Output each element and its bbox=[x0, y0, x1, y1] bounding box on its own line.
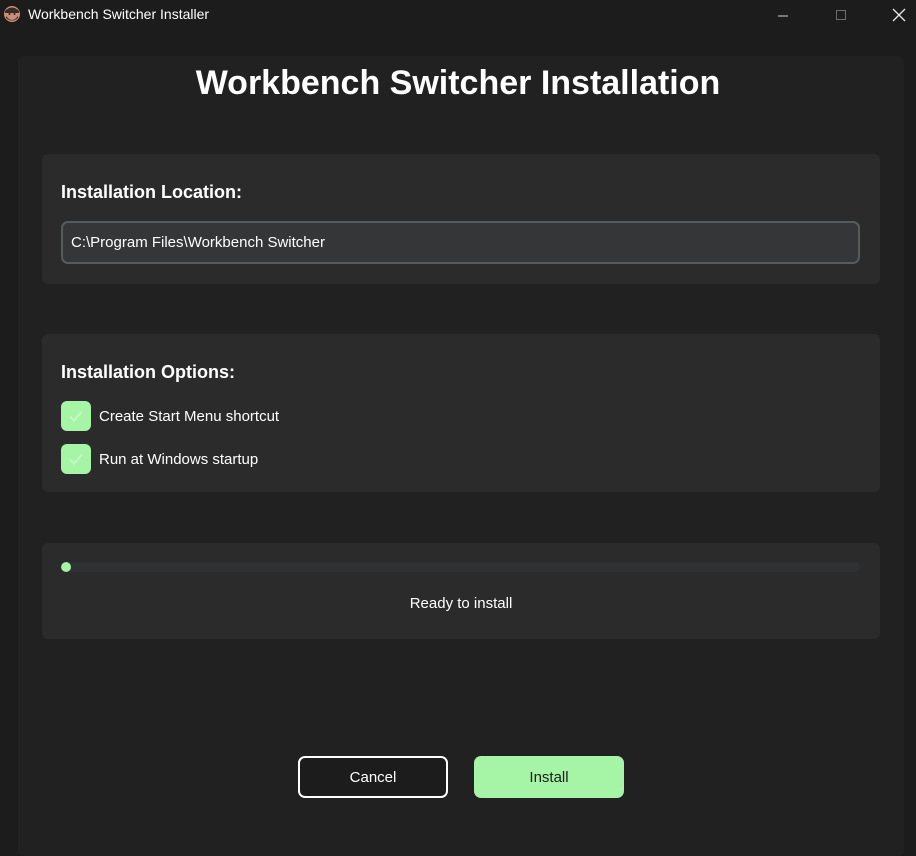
install-path-input[interactable] bbox=[61, 221, 860, 264]
maximize-button[interactable] bbox=[818, 0, 864, 30]
install-button[interactable]: Install bbox=[474, 756, 624, 798]
close-icon bbox=[892, 8, 906, 22]
minimize-button[interactable] bbox=[760, 0, 806, 30]
minimize-icon bbox=[778, 15, 788, 17]
progress-status-text: Ready to install bbox=[409, 595, 513, 612]
windows-startup-checkbox[interactable] bbox=[61, 444, 91, 474]
installation-location-card: Installation Location: bbox=[42, 154, 880, 284]
installation-options-card: Installation Options: Create Start Menu … bbox=[42, 334, 880, 492]
cancel-button[interactable]: Cancel bbox=[298, 756, 448, 798]
progress-bar-fill bbox=[61, 562, 71, 572]
installer-window: Workbench Switcher Installer Workbench S… bbox=[0, 0, 916, 856]
options-heading: Installation Options: bbox=[61, 362, 235, 382]
location-heading: Installation Location: bbox=[61, 182, 243, 202]
bearded-face-icon bbox=[4, 6, 20, 22]
start-menu-shortcut-checkbox[interactable] bbox=[61, 401, 91, 431]
maximize-icon bbox=[836, 10, 846, 20]
title-bar[interactable]: Workbench Switcher Installer bbox=[0, 0, 916, 30]
windows-startup-option[interactable]: Run at Windows startup bbox=[61, 444, 258, 474]
checkmark-icon bbox=[69, 453, 83, 465]
progress-card: Ready to install bbox=[42, 543, 880, 639]
start-menu-shortcut-label[interactable]: Create Start Menu shortcut bbox=[99, 408, 279, 425]
page-title: Workbench Switcher Installation bbox=[195, 64, 721, 102]
checkmark-icon bbox=[69, 410, 83, 422]
progress-bar bbox=[61, 562, 860, 572]
close-button[interactable] bbox=[876, 0, 916, 30]
windows-startup-label[interactable]: Run at Windows startup bbox=[99, 451, 258, 468]
window-title: Workbench Switcher Installer bbox=[28, 6, 210, 22]
start-menu-shortcut-option[interactable]: Create Start Menu shortcut bbox=[61, 401, 279, 431]
